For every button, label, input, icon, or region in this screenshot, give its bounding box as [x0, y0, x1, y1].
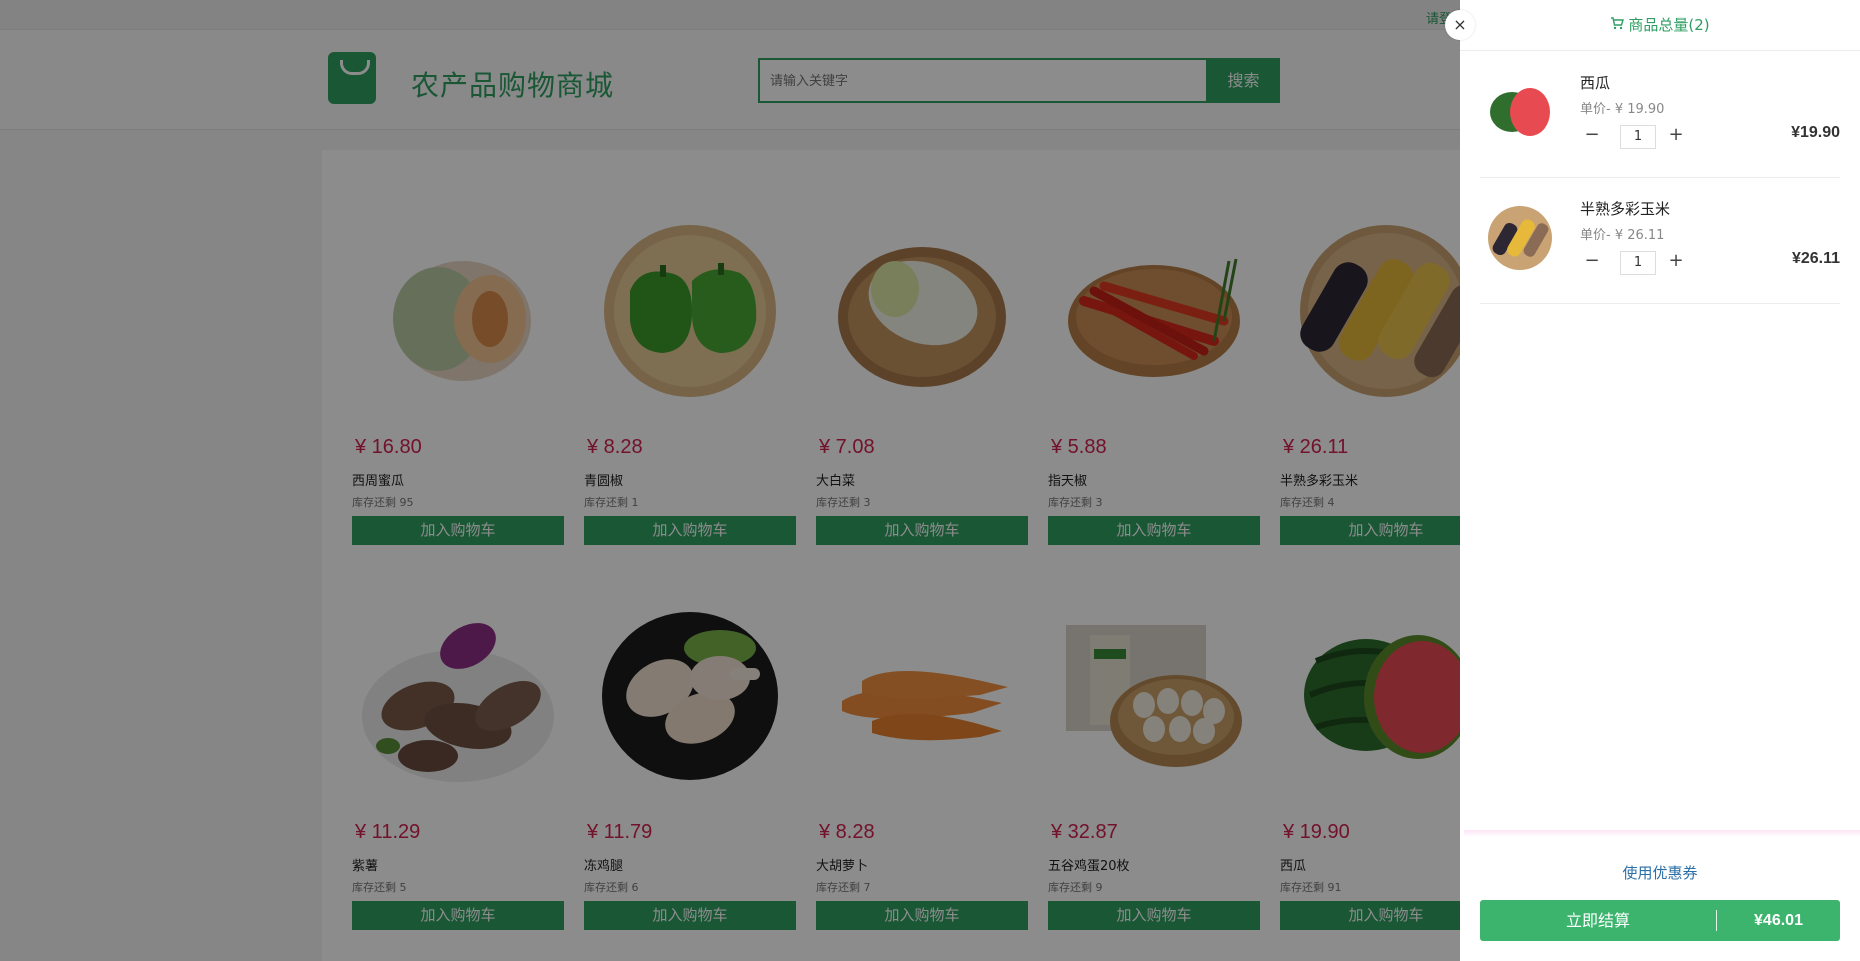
cart-item: 半熟多彩玉米 单价- ¥ 26.11 − 1 + ¥26.11	[1480, 178, 1840, 304]
decrease-quantity-button[interactable]: −	[1578, 122, 1606, 148]
cart-icon	[1610, 1, 1625, 52]
cart-item-subtotal: ¥19.90	[1791, 124, 1840, 141]
decrease-quantity-button[interactable]: −	[1578, 248, 1606, 274]
cart-item-unit-price: 单价- ¥ 19.90	[1580, 102, 1665, 117]
corn-thumbnail	[1486, 204, 1554, 272]
increase-quantity-button[interactable]: +	[1662, 248, 1690, 274]
use-coupon-link[interactable]: 使用优惠券	[1460, 862, 1860, 883]
cart-item-name: 西瓜	[1580, 74, 1611, 92]
cart-drawer: 商品总量(2) 西瓜 单价- ¥ 19.90 − 1 + ¥19.90 半熟多彩…	[1460, 0, 1860, 961]
cart-item-name: 半熟多彩玉米	[1580, 200, 1671, 218]
cart-item-unit-price: 单价- ¥ 26.11	[1580, 228, 1665, 243]
cart-header: 商品总量(2)	[1460, 0, 1860, 51]
cart-item-subtotal: ¥26.11	[1791, 250, 1840, 267]
cart-item: 西瓜 单价- ¥ 19.90 − 1 + ¥19.90	[1480, 52, 1840, 178]
footer-divider	[1464, 830, 1860, 837]
watermelon-thumbnail	[1486, 78, 1554, 146]
checkout-total: ¥46.01	[1754, 912, 1803, 929]
checkout-button[interactable]: 立即结算 ¥46.01	[1480, 900, 1840, 941]
quantity-input[interactable]: 1	[1620, 125, 1656, 149]
cart-title: 商品总量(2)	[1628, 16, 1710, 34]
checkout-label[interactable]: 立即结算	[1480, 900, 1716, 941]
quantity-input[interactable]: 1	[1620, 251, 1656, 275]
close-icon[interactable]: ×	[1445, 10, 1475, 40]
increase-quantity-button[interactable]: +	[1662, 122, 1690, 148]
